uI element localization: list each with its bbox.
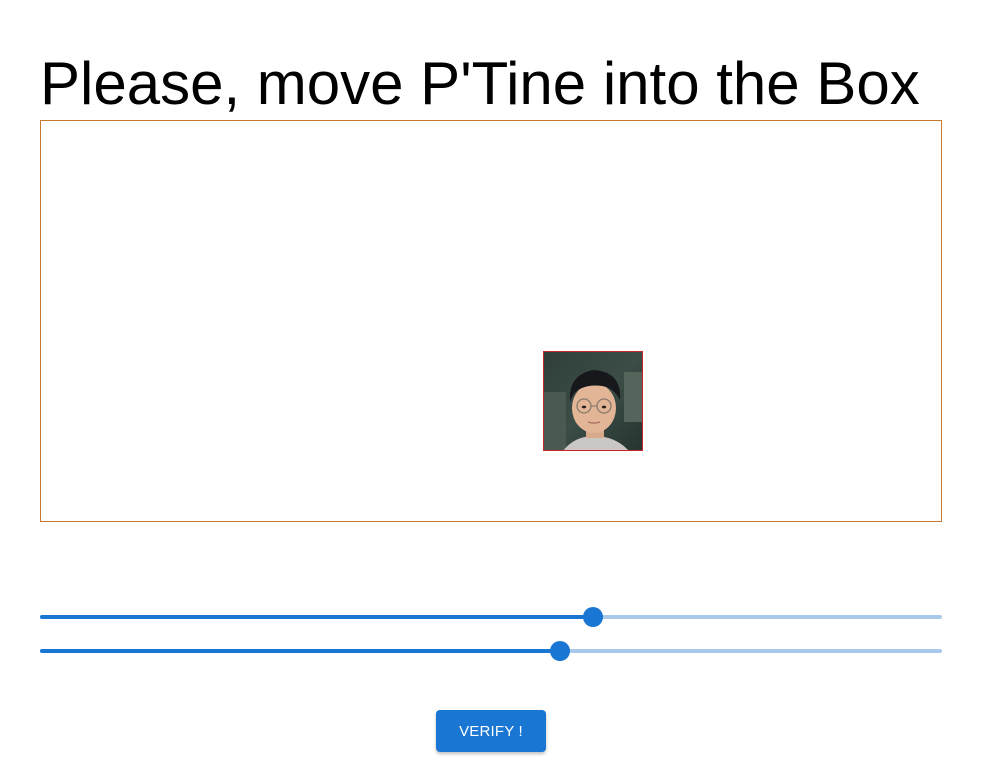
slider-track [40, 615, 593, 619]
person-photo-icon[interactable] [543, 351, 643, 451]
slider-thumb[interactable] [583, 607, 603, 627]
vertical-position-slider[interactable] [40, 639, 942, 663]
slider-thumb[interactable] [550, 641, 570, 661]
person-photo-icon-svg [544, 352, 642, 450]
horizontal-position-slider[interactable] [40, 605, 942, 629]
page-title: Please, move P'Tine into the Box [40, 50, 920, 117]
target-box [40, 120, 942, 522]
slider-track [40, 649, 560, 653]
verify-button[interactable]: VERIFY ! [436, 710, 546, 752]
captcha-page: Please, move P'Tine into the Box VERIFY … [0, 0, 1000, 784]
